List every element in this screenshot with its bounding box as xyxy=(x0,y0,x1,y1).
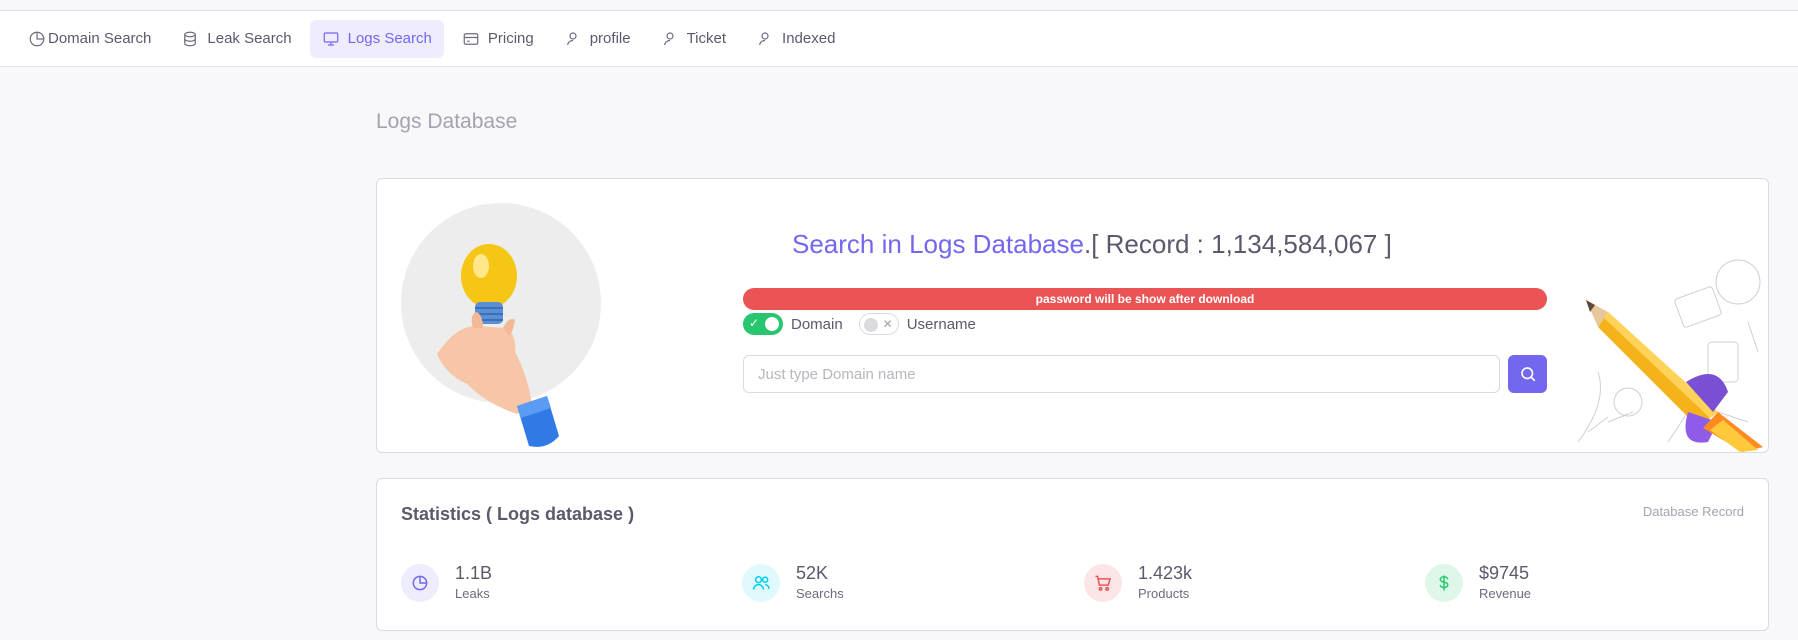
stat-value: 52K xyxy=(796,563,829,583)
stat-icon-wrap xyxy=(401,564,439,602)
database-icon xyxy=(184,31,197,46)
dollar-icon xyxy=(1439,575,1449,591)
username-switch[interactable]: ✕ xyxy=(858,313,899,335)
monitor-icon xyxy=(323,31,338,46)
hero-title-record: .[ Record : 1,134,584,067 ] xyxy=(1083,229,1392,259)
stat-label: Leaks xyxy=(455,586,490,601)
x-icon: ✕ xyxy=(882,317,893,331)
database-record-label: Database Record xyxy=(1642,504,1744,519)
stat-products: 1.423k Products xyxy=(1084,562,1192,604)
domain-search-input[interactable] xyxy=(743,355,1500,393)
nav-indexed[interactable]: Indexed xyxy=(744,20,847,58)
lightbulb-hand-illustration xyxy=(437,244,559,447)
nav-label: Indexed xyxy=(782,30,836,47)
nav-logs-search[interactable]: Logs Search xyxy=(309,19,444,58)
nav-profile[interactable]: profile xyxy=(552,20,643,58)
stat-icon-wrap xyxy=(1425,564,1463,602)
nav-label: Pricing xyxy=(487,30,534,47)
hero-title: Search in Logs Database.[ Record : 1,134… xyxy=(792,229,1392,260)
nav-label: Domain Search xyxy=(48,30,152,47)
top-strip xyxy=(0,0,1798,11)
switch-knob xyxy=(863,318,878,332)
stat-label: Searchs xyxy=(796,586,844,601)
password-notice-alert: password will be show after download xyxy=(743,288,1547,310)
nav-label: Logs Search xyxy=(347,30,432,47)
nav-pricing[interactable]: Pricing xyxy=(450,20,546,58)
check-icon: ✓ xyxy=(749,316,760,330)
shopping-cart-icon xyxy=(1095,575,1112,591)
search-type-toggles: ✓ Domain ✕ Username xyxy=(743,313,984,335)
user-icon xyxy=(566,31,577,45)
search-card: Search in Logs Database.[ Record : 1,134… xyxy=(376,178,1769,453)
pie-chart-icon xyxy=(29,31,45,46)
stat-leaks: 1.1B Leaks xyxy=(401,562,492,604)
page-title: Logs Database xyxy=(376,110,518,133)
main-navbar: Domain Search Leak Search Logs Search Pr… xyxy=(0,11,1798,67)
stat-label: Products xyxy=(1138,586,1190,601)
search-button[interactable] xyxy=(1508,355,1547,393)
nav-label: Leak Search xyxy=(207,30,292,47)
users-icon xyxy=(752,576,770,590)
user-icon xyxy=(759,31,769,45)
user-icon xyxy=(663,31,674,45)
nav-domain-search[interactable]: Domain Search xyxy=(18,20,163,58)
statistics-title: Statistics ( Logs database ) xyxy=(401,504,635,524)
stat-icon-wrap xyxy=(1084,564,1122,602)
statistics-card: Statistics ( Logs database ) Database Re… xyxy=(376,478,1769,631)
pie-chart-icon xyxy=(412,575,428,591)
stat-label: Revenue xyxy=(1479,586,1532,601)
stat-revenue: $9745 Revenue xyxy=(1425,562,1531,604)
nav-label: profile xyxy=(589,30,631,47)
domain-switch-label: Domain xyxy=(791,315,843,333)
credit-card-icon xyxy=(463,32,479,45)
hero-title-accent: Search in Logs Database xyxy=(792,229,1084,259)
stat-value: 1.423k xyxy=(1138,563,1193,583)
nav-label: Ticket xyxy=(686,30,727,47)
search-icon xyxy=(1520,367,1535,382)
nav-ticket[interactable]: Ticket xyxy=(649,20,738,58)
nav-leak-search[interactable]: Leak Search xyxy=(169,20,303,58)
stat-searchs: 52K Searchs xyxy=(742,562,844,604)
stat-value: $9745 xyxy=(1479,563,1530,583)
stat-value: 1.1B xyxy=(455,563,493,583)
pencil-rocket-illustration xyxy=(1577,259,1763,452)
domain-switch[interactable]: ✓ xyxy=(743,313,783,335)
username-switch-label: Username xyxy=(906,315,976,333)
switch-knob xyxy=(765,317,779,331)
stat-icon-wrap xyxy=(742,564,780,602)
